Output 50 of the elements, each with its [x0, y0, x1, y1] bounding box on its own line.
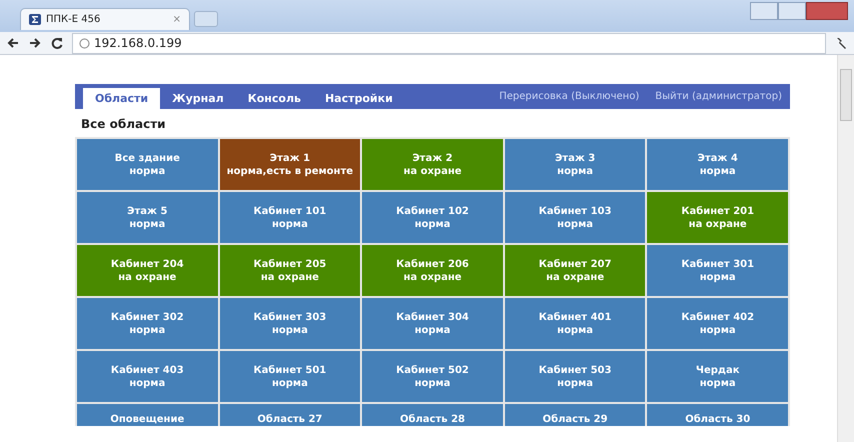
area-tile[interactable]: Кабинет 501 норма: [220, 351, 360, 402]
area-tile[interactable]: Кабинет 205 на охране: [220, 245, 360, 296]
section-title: Все области: [80, 116, 167, 133]
nav-tab[interactable]: Настройки: [312, 88, 405, 109]
area-tile[interactable]: Кабинет 403 норма: [77, 351, 218, 402]
area-tile[interactable]: Кабинет 103 норма: [504, 192, 646, 243]
forward-icon[interactable]: [28, 36, 42, 50]
area-tile[interactable]: Этаж 5 норма: [77, 192, 218, 243]
area-tile[interactable]: Кабинет 402 норма: [647, 298, 788, 349]
globe-icon: [79, 38, 90, 48]
area-tile[interactable]: Кабинет 302 норма: [77, 298, 218, 349]
area-tile[interactable]: Кабинет 102 норма: [362, 192, 503, 243]
area-tile[interactable]: Этаж 1 норма,есть в ремонте: [220, 139, 360, 190]
area-tile[interactable]: Область 29: [504, 404, 646, 426]
reload-icon[interactable]: [50, 36, 64, 50]
area-tile[interactable]: Все здание норма: [77, 139, 218, 190]
area-tile[interactable]: Этаж 2 на охране: [362, 139, 503, 190]
new-tab-button[interactable]: [194, 11, 218, 27]
area-tile[interactable]: Этаж 4 норма: [647, 139, 788, 190]
back-icon[interactable]: [6, 36, 20, 50]
close-button[interactable]: [806, 2, 848, 20]
nav-tab[interactable]: Консоль: [236, 88, 313, 109]
browser-tab[interactable]: ППК-Е 456 ×: [20, 8, 190, 30]
close-tab-icon[interactable]: ×: [172, 14, 181, 25]
scrollbar[interactable]: [837, 55, 854, 442]
nav-tab[interactable]: Области: [83, 88, 160, 109]
area-tile[interactable]: Оповещение: [77, 404, 218, 426]
nav-tab[interactable]: Журнал: [160, 88, 236, 109]
area-tile[interactable]: Кабинет 401 норма: [504, 298, 646, 349]
area-tile[interactable]: Область 27: [220, 404, 360, 426]
area-tile[interactable]: Кабинет 207 на охране: [504, 245, 646, 296]
area-tile[interactable]: Область 28: [362, 404, 503, 426]
minimize-button[interactable]: [750, 2, 778, 20]
address-field[interactable]: 192.168.0.199: [72, 32, 826, 54]
area-tile[interactable]: Кабинет 206 на охране: [362, 245, 503, 296]
area-tile[interactable]: Кабинет 301 норма: [647, 245, 788, 296]
area-tile[interactable]: Чердак норма: [647, 351, 788, 402]
area-tile[interactable]: Кабинет 204 на охране: [77, 245, 218, 296]
area-tile[interactable]: Этаж 3 норма: [504, 139, 646, 190]
area-tile[interactable]: Кабинет 101 норма: [220, 192, 360, 243]
area-tile[interactable]: Область 30: [647, 404, 788, 426]
area-tile[interactable]: Кабинет 201 на охране: [647, 192, 788, 243]
sigma-icon: [29, 14, 41, 25]
area-tile[interactable]: Кабинет 304 норма: [362, 298, 503, 349]
area-tile[interactable]: Кабинет 503 норма: [504, 351, 646, 402]
area-tile[interactable]: Кабинет 303 норма: [220, 298, 360, 349]
nav-link[interactable]: Перерисовка (Выключено): [491, 84, 648, 109]
maximize-button[interactable]: [778, 2, 806, 20]
area-tile[interactable]: Кабинет 502 норма: [362, 351, 503, 402]
nav-link[interactable]: Выйти (администратор): [647, 84, 790, 109]
